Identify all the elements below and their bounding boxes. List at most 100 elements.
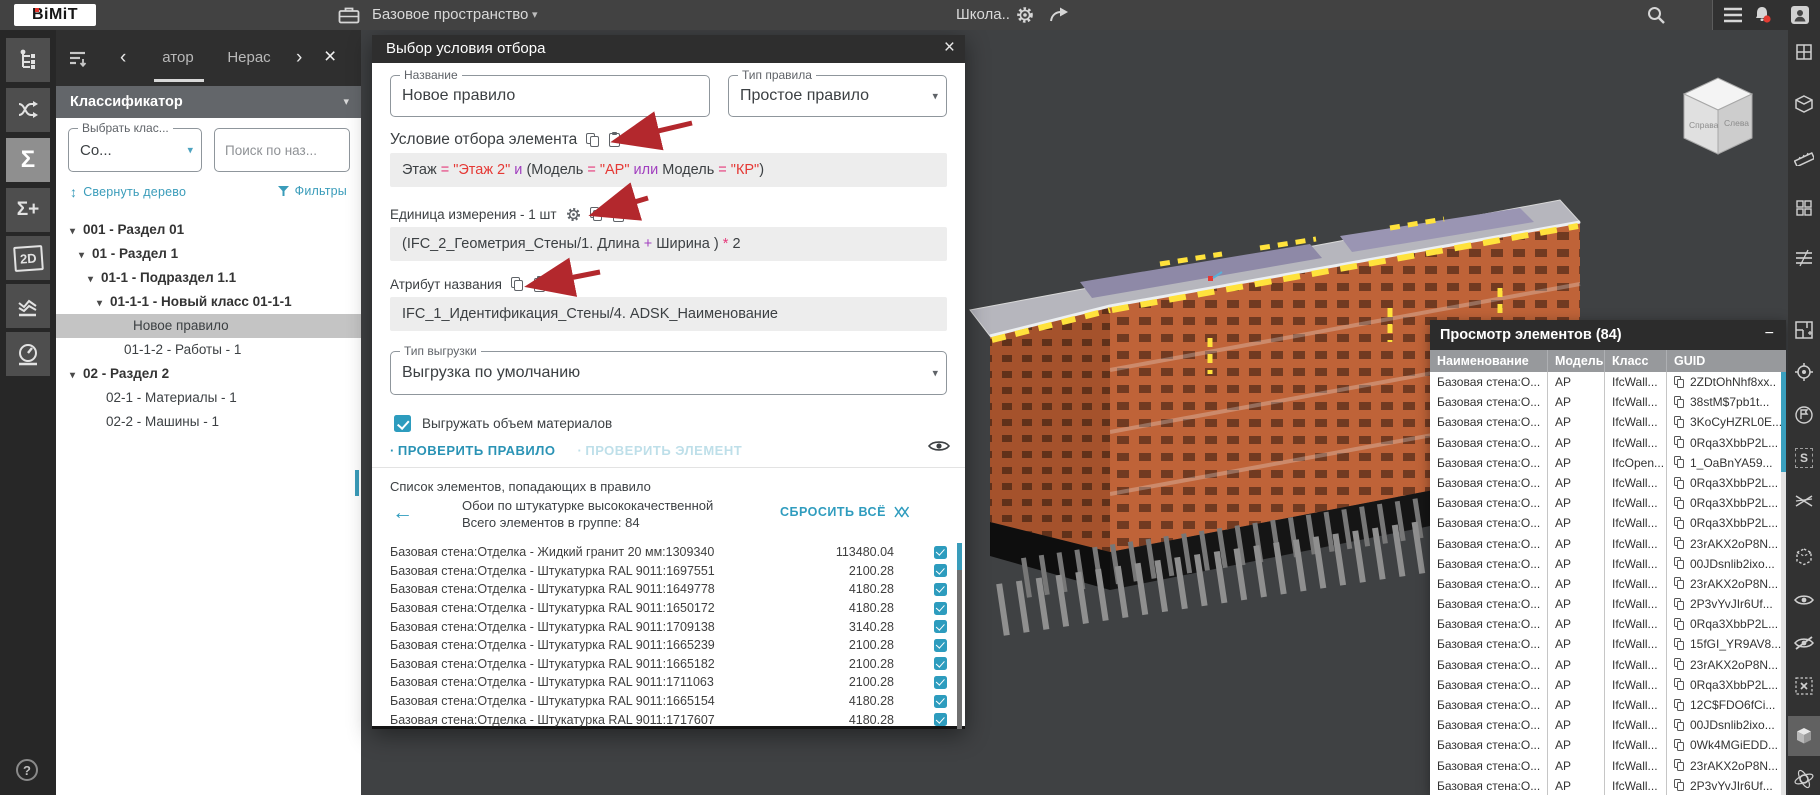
rule-element-row[interactable]: Базовая стена:Отделка - Штукатурка RAL 9… [390,692,947,711]
dashboard-tool[interactable] [6,332,50,376]
table-row[interactable]: Базовая стена:О... АР IfcWall... 23rAKX2… [1430,574,1786,594]
rule-element-row[interactable]: Базовая стена:Отделка - Штукатурка RAL 9… [390,655,947,674]
tree-item[interactable]: ▾001 - Раздел 01 [56,218,361,242]
copy-guid-icon[interactable] [1674,477,1685,490]
rule-element-row[interactable]: Базовая стена:Отделка - Штукатурка RAL 9… [390,599,947,618]
condition-expression[interactable]: Этаж = "Этаж 2" и (Модель = "АР" или Мод… [390,153,947,187]
attribute-expression[interactable]: IFC_1_Идентификация_Стены/4. ADSK_Наимен… [390,297,947,331]
paste-unit-icon[interactable] [613,208,624,222]
copy-guid-icon[interactable] [1674,456,1685,469]
section-box-tool[interactable] [1788,32,1820,72]
tabs-prev-icon[interactable]: ‹ [120,30,126,86]
app-logo[interactable]: BiMiT [14,4,96,26]
tree-item[interactable]: ▾01 - Раздел 1 [56,242,361,266]
floor-plan-tool[interactable] [1788,310,1820,350]
summary-add-tool[interactable]: Σ+ [6,188,50,232]
export-volume-checkbox-row[interactable]: Выгружать объем материалов [394,415,612,432]
element-checkbox-checked-icon[interactable] [934,620,947,633]
grids-tool[interactable] [1788,188,1820,228]
measure-tool[interactable] [1788,136,1820,176]
table-row[interactable]: Базовая стена:О... АР IfcOpen... 1_OaBnY… [1430,453,1786,473]
drawings-2d-tool[interactable]: 2D [6,236,50,280]
table-row[interactable]: Базовая стена:О... АР IfcWall... 0Wk4MGi… [1430,735,1786,755]
paste-attribute-icon[interactable] [534,278,545,292]
copy-guid-icon[interactable] [1674,719,1685,732]
rule-element-row[interactable]: Базовая стена:Отделка - Штукатурка RAL 9… [390,636,947,655]
table-row[interactable]: Базовая стена:О... АР IfcWall... 23rAKX2… [1430,655,1786,675]
tree-caret-icon[interactable]: ▾ [97,292,110,314]
shaded-view-tool[interactable] [1788,716,1820,756]
rule-type-select[interactable]: Тип правила Простое правило ▾ [728,75,947,117]
workspace-icon[interactable] [338,6,360,24]
tree-item[interactable]: 01-1-2 - Работы - 1 [56,338,361,362]
user-account-icon[interactable] [1790,5,1810,25]
tree-caret-icon[interactable]: ▾ [79,244,92,266]
tab-neras[interactable]: Нерас [218,30,280,86]
classifier-select[interactable]: Выбрать клас... Со... ▾ [68,128,202,172]
elements-scrollbar-thumb[interactable] [1781,372,1786,472]
minimize-panel-icon[interactable]: − [1765,320,1774,348]
element-checkbox-checked-icon[interactable] [934,639,947,652]
paste-condition-icon[interactable] [609,133,620,147]
copy-condition-icon[interactable] [586,133,600,148]
tree-caret-icon[interactable]: ▾ [88,268,101,290]
visibility-eye-icon[interactable] [928,439,950,453]
menu-list-icon[interactable] [1722,7,1744,23]
mapping-tool[interactable] [6,88,50,132]
dialog-close-icon[interactable]: × [944,35,955,63]
list-scrollbar-track[interactable] [957,543,962,729]
tree-item[interactable]: ▾01-1-1 - Новый класс 01-1-1 [56,290,361,314]
copy-guid-icon[interactable] [1674,739,1685,752]
table-row[interactable]: Базовая стена:О... АР IfcWall... 38stM$7… [1430,392,1786,412]
locate-tool[interactable] [1788,352,1820,392]
table-row[interactable]: Базовая стена:О... АР IfcWall... 0Rqa3Xb… [1430,433,1786,453]
tree-item[interactable]: Новое правило [56,314,361,338]
table-row[interactable]: Базовая стена:О... АР IfcWall... 0Rqa3Xb… [1430,473,1786,493]
list-scrollbar-thumb[interactable] [957,543,962,570]
tree-caret-icon[interactable]: ▾ [70,364,83,386]
panel-close-icon[interactable]: × [324,30,336,86]
table-row[interactable]: Базовая стена:О... АР IfcWall... 00JDsnl… [1430,715,1786,735]
project-settings-gear-icon[interactable] [1016,6,1034,24]
help-button[interactable]: ? [16,759,38,781]
element-checkbox-checked-icon[interactable] [934,546,947,559]
table-row[interactable]: Базовая стена:О... АР IfcWall... 00JDsnl… [1430,554,1786,574]
show-elements-tool[interactable] [1788,580,1820,620]
tab-classifier[interactable]: атор [148,30,208,86]
levels-tool[interactable] [1788,238,1820,278]
search-icon[interactable] [1646,5,1666,25]
notifications-bell-icon[interactable] [1752,5,1772,25]
copy-guid-icon[interactable] [1674,436,1685,449]
table-row[interactable]: Базовая стена:О... АР IfcWall... 2P3vYvJ… [1430,776,1786,795]
element-checkbox-checked-icon[interactable] [934,583,947,596]
left-panel-scrollbar-thumb[interactable] [355,470,359,496]
workspace-caret-icon[interactable]: ▾ [532,0,538,30]
copy-guid-icon[interactable] [1674,396,1685,409]
tree-item[interactable]: 02-1 - Материалы - 1 [56,386,361,410]
search-input[interactable] [215,129,349,171]
table-row[interactable]: Базовая стена:О... АР IfcWall... 23rAKX2… [1430,534,1786,554]
rule-element-row[interactable]: Базовая стена:Отделка - Штукатурка RAL 9… [390,617,947,636]
copy-guid-icon[interactable] [1674,557,1685,570]
copy-guid-icon[interactable] [1674,618,1685,631]
table-row[interactable]: Базовая стена:О... АР IfcWall... 0Rqa3Xb… [1430,493,1786,513]
flag-tool[interactable] [1788,395,1820,435]
rule-element-row[interactable]: Базовая стена:Отделка - Штукатурка RAL 9… [390,710,947,729]
table-row[interactable]: Базовая стена:О... АР IfcWall... 15fGI_Y… [1430,634,1786,654]
copy-guid-icon[interactable] [1674,598,1685,611]
table-row[interactable]: Базовая стена:О... АР IfcWall... 2P3vYvJ… [1430,594,1786,614]
column-header[interactable]: Класс [1605,350,1667,372]
export-type-select[interactable]: Тип выгрузки Выгрузка по умолчанию ▾ [390,351,947,395]
element-checkbox-checked-icon[interactable] [934,602,947,615]
summary-tool-active[interactable]: Σ [6,138,50,182]
tree-item[interactable]: ▾02 - Раздел 2 [56,362,361,386]
charts-tool[interactable] [6,284,50,328]
rule-element-row[interactable]: Базовая стена:Отделка - Штукатурка RAL 9… [390,562,947,581]
column-header[interactable]: Наименование [1430,350,1548,372]
sort-list-icon[interactable] [68,50,90,68]
intersections-tool[interactable] [1788,481,1820,521]
table-row[interactable]: Базовая стена:О... АР IfcWall... 0Rqa3Xb… [1430,513,1786,533]
check-rule-button[interactable]: ·ПРОВЕРИТЬ ПРАВИЛО [390,443,556,458]
rule-name-field[interactable]: Название Новое правило [390,75,710,117]
copy-guid-icon[interactable] [1674,779,1685,792]
